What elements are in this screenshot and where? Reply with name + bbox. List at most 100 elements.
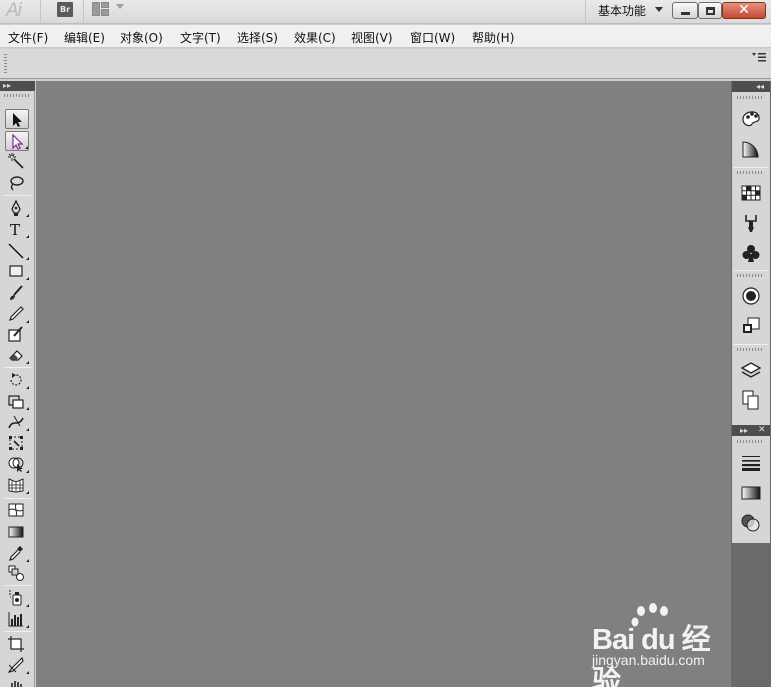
maximize-button[interactable] — [698, 2, 722, 19]
minimize-button[interactable] — [672, 2, 698, 19]
control-panel — [0, 49, 771, 79]
hand-tool-icon — [11, 681, 22, 687]
lasso-tool[interactable] — [5, 173, 29, 193]
selection-tool[interactable] — [5, 109, 29, 129]
type-tool-icon: T — [10, 221, 20, 237]
free-transform-tool[interactable] — [5, 433, 29, 453]
maximize-icon — [706, 7, 715, 15]
chevron-down-icon[interactable] — [116, 4, 124, 9]
menu-select[interactable]: 选择(S) — [237, 29, 278, 46]
control-panel-grip[interactable] — [4, 54, 7, 74]
menu-object[interactable]: 对象(O) — [120, 29, 163, 46]
direct-selection-tool[interactable] — [5, 131, 29, 151]
shape-builder-tool-icon — [8, 457, 24, 472]
divider — [83, 0, 84, 24]
close-button[interactable]: ✕ — [722, 2, 766, 19]
tools-panel: ▸▸ T — [0, 81, 35, 687]
menu-bar: 文件(F) 编辑(E) 对象(O) 文字(T) 选择(S) 效果(C) 视图(V… — [0, 25, 771, 48]
menu-view[interactable]: 视图(V) — [351, 29, 393, 46]
minimize-icon — [681, 12, 690, 15]
layers-panel-button[interactable] — [740, 359, 762, 381]
color-guide-panel-button[interactable] — [740, 138, 762, 160]
scale-tool-icon — [8, 395, 24, 409]
blob-brush-tool[interactable] — [5, 324, 29, 344]
panel-group-grip[interactable] — [737, 440, 764, 443]
artboard-tool[interactable] — [5, 634, 29, 654]
layers-panel-icon — [740, 362, 762, 378]
selection-tool-icon — [13, 113, 22, 127]
appearance-panel-button[interactable] — [740, 285, 762, 307]
chevron-down-icon[interactable] — [655, 7, 663, 12]
hand-tool[interactable] — [5, 676, 29, 687]
blob-brush-tool-icon — [8, 326, 23, 342]
expand-icon[interactable]: ▸▸ — [740, 425, 748, 436]
baidu-watermark: Bai du 经验 jingyan.baidu.com — [590, 602, 735, 687]
divider — [585, 0, 586, 24]
collapse-icon[interactable]: ◂◂ — [756, 81, 764, 92]
tools-panel-grip[interactable] — [4, 94, 30, 97]
color-panel-button[interactable] — [740, 107, 762, 129]
artboards-panel-button[interactable] — [740, 389, 762, 411]
line-segment-tool[interactable] — [5, 241, 29, 261]
panel-group-grip[interactable] — [737, 171, 764, 174]
blend-tool[interactable] — [5, 563, 29, 583]
slice-tool-icon — [8, 657, 24, 673]
type-tool[interactable]: T — [5, 219, 29, 239]
transparency-panel-button[interactable] — [740, 512, 762, 534]
stroke-panel-button[interactable] — [740, 452, 762, 474]
menu-effect[interactable]: 效果(C) — [294, 29, 336, 46]
graphic-styles-panel-button[interactable] — [740, 315, 762, 337]
rectangle-tool[interactable] — [5, 261, 29, 281]
panel-group-grip[interactable] — [737, 348, 764, 351]
rotate-tool[interactable] — [5, 370, 29, 390]
slice-tool[interactable] — [5, 655, 29, 675]
panel-group-header[interactable]: ▸▸ ✕ — [732, 425, 770, 436]
scale-tool[interactable] — [5, 391, 29, 411]
symbols-panel-button[interactable] — [740, 242, 762, 264]
panel-menu-icon[interactable] — [752, 52, 766, 62]
dock-header[interactable]: ◂◂ — [732, 81, 770, 92]
color-guide-panel-icon — [742, 141, 759, 158]
blend-tool-icon — [8, 565, 24, 581]
workspace-switcher[interactable]: 基本功能 — [598, 2, 646, 19]
arrange-documents-button[interactable] — [92, 2, 110, 16]
perspective-grid-tool[interactable] — [5, 475, 29, 495]
line-segment-tool-icon — [8, 243, 24, 259]
shape-builder-tool[interactable] — [5, 454, 29, 474]
brushes-panel-button[interactable] — [740, 212, 762, 234]
paintbrush-tool[interactable] — [5, 283, 29, 303]
width-tool[interactable] — [5, 412, 29, 432]
panel-group-grip[interactable] — [737, 274, 764, 277]
close-icon[interactable]: ✕ — [758, 425, 766, 436]
symbol-sprayer-tool[interactable] — [5, 588, 29, 608]
column-graph-tool[interactable] — [5, 609, 29, 629]
artboards-panel-icon — [742, 390, 759, 410]
rotate-tool-icon — [10, 373, 22, 386]
menu-edit[interactable]: 编辑(E) — [64, 29, 105, 46]
menu-type[interactable]: 文字(T) — [180, 29, 221, 46]
expand-icon[interactable]: ▸▸ — [3, 81, 11, 91]
magic-wand-tool[interactable] — [5, 151, 29, 171]
color-panel-icon — [742, 111, 760, 127]
swatches-panel-button[interactable] — [740, 182, 762, 204]
gradient-tool[interactable] — [5, 522, 29, 542]
mesh-tool[interactable] — [5, 500, 29, 520]
panel-group-grip[interactable] — [737, 96, 764, 99]
divider — [40, 0, 41, 24]
eyedropper-tool[interactable] — [5, 543, 29, 563]
pencil-tool[interactable] — [5, 304, 29, 324]
symbol-sprayer-tool-icon — [9, 590, 22, 606]
menu-file[interactable]: 文件(F) — [8, 29, 48, 46]
pen-tool[interactable] — [5, 198, 29, 218]
gradient-panel-button[interactable] — [740, 482, 762, 504]
document-canvas[interactable] — [36, 81, 731, 687]
eraser-tool[interactable] — [5, 345, 29, 365]
eraser-tool-icon — [9, 350, 23, 361]
swatches-panel-icon — [741, 185, 761, 201]
magic-wand-tool-icon — [8, 153, 24, 169]
tools-panel-header[interactable]: ▸▸ — [0, 81, 35, 91]
menu-window[interactable]: 窗口(W) — [410, 29, 455, 46]
menu-help[interactable]: 帮助(H) — [472, 29, 514, 46]
brushes-panel-icon — [745, 215, 757, 232]
bridge-button[interactable]: Br — [57, 2, 73, 17]
